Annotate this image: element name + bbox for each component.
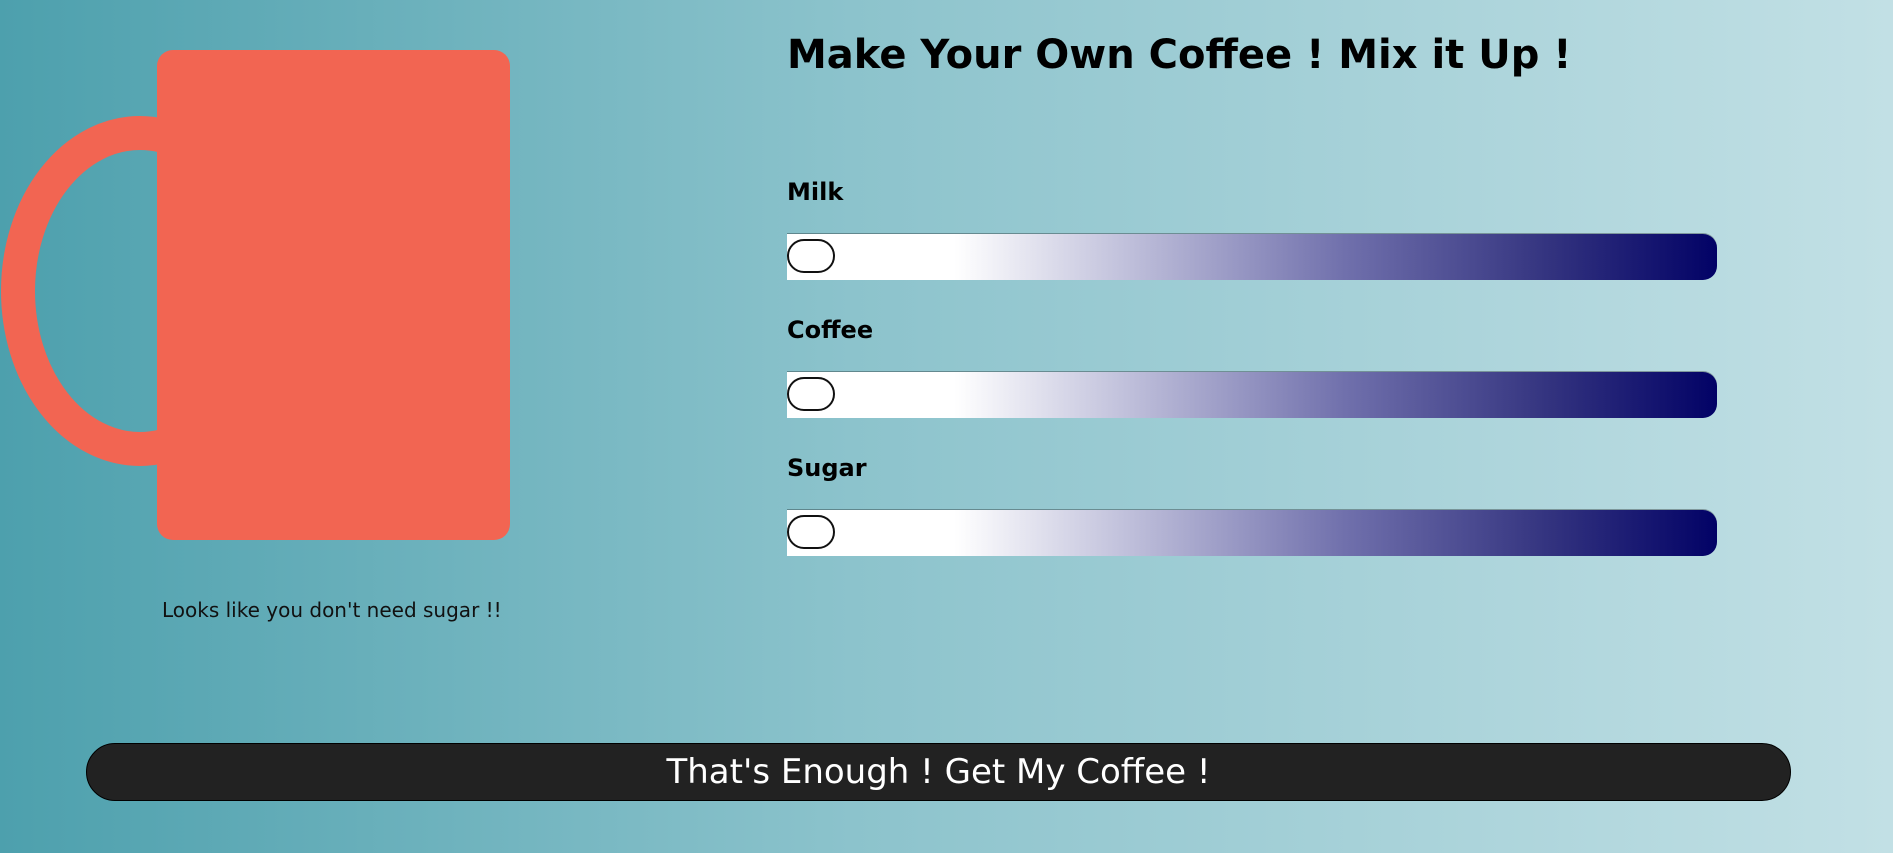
coffee-slider-thumb[interactable] xyxy=(787,377,835,411)
milk-label: Milk xyxy=(787,178,844,206)
coffee-label: Coffee xyxy=(787,316,874,344)
page-title: Make Your Own Coffee ! Mix it Up ! xyxy=(787,32,1572,78)
get-coffee-button[interactable]: That's Enough ! Get My Coffee ! xyxy=(86,743,1791,801)
mug-illustration xyxy=(0,0,560,560)
sugar-label: Sugar xyxy=(787,454,867,482)
mug-icon xyxy=(1,50,510,540)
sugar-slider[interactable] xyxy=(787,510,1717,556)
coffee-slider[interactable] xyxy=(787,372,1717,418)
sugar-slider-thumb[interactable] xyxy=(787,515,835,549)
mix-panel: Make Your Own Coffee ! Mix it Up ! Milk … xyxy=(787,0,1787,600)
milk-slider[interactable] xyxy=(787,234,1717,280)
mug-caption: Looks like you don't need sugar !! xyxy=(162,598,502,622)
milk-slider-thumb[interactable] xyxy=(787,239,835,273)
